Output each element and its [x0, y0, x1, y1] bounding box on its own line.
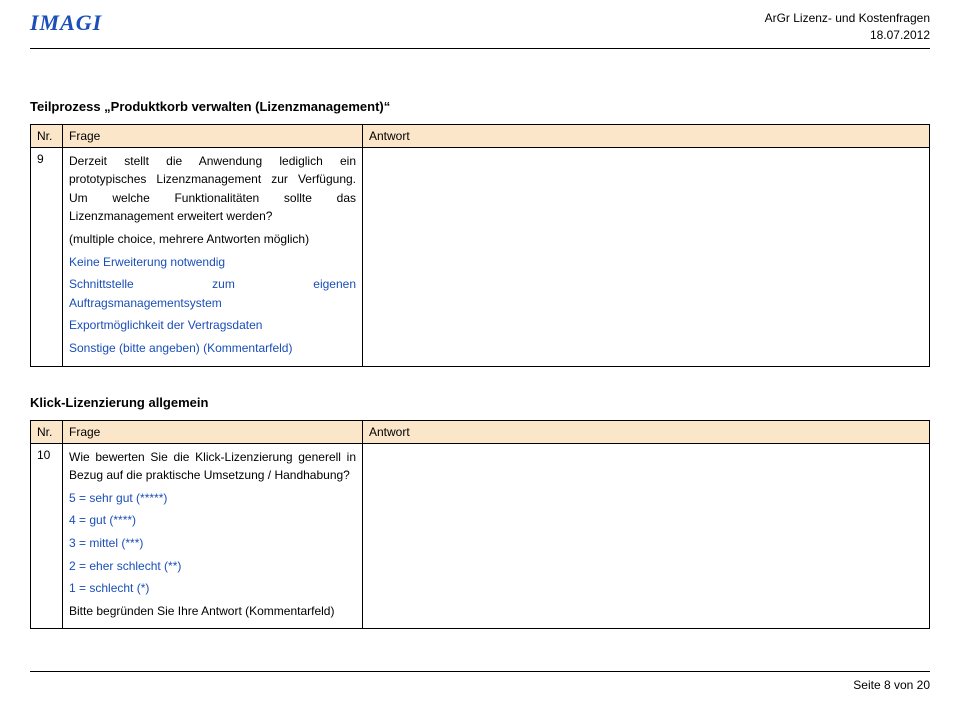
- q10-s2: 2 = eher schlecht (**): [69, 557, 356, 576]
- col-antwort: Antwort: [363, 124, 930, 147]
- section2-title: Klick-Lizenzierung allgemein: [30, 395, 930, 410]
- section1-table: Nr. Frage Antwort 9 Derzeit stellt die A…: [30, 124, 930, 367]
- table-header-row: Nr. Frage Antwort: [31, 124, 930, 147]
- q9-note: (multiple choice, mehrere Antworten mögl…: [69, 230, 356, 249]
- q9-text: Derzeit stellt die Anwendung lediglich e…: [69, 152, 356, 226]
- q10-text: Wie bewerten Sie die Klick-Lizenzierung …: [69, 448, 356, 485]
- cell-antwort: [363, 147, 930, 366]
- q10-s3: 3 = mittel (***): [69, 534, 356, 553]
- logo: IMAGI: [30, 10, 102, 36]
- col-frage: Frage: [63, 124, 363, 147]
- q10-s4: 4 = gut (****): [69, 511, 356, 530]
- q9-opt2: Schnittstelle zum eigenen Auftragsmanage…: [69, 275, 356, 312]
- page-header: IMAGI ArGr Lizenz- und Kostenfragen 18.0…: [30, 10, 930, 49]
- q10-note: Bitte begründen Sie Ihre Antwort (Kommen…: [69, 602, 356, 621]
- table-row: 9 Derzeit stellt die Anwendung lediglich…: [31, 147, 930, 366]
- page-number: Seite 8 von 20: [853, 678, 930, 692]
- cell-antwort: [363, 443, 930, 629]
- q9-opt4: Sonstige (bitte angeben) (Kommentarfeld): [69, 339, 356, 358]
- q10-s1: 1 = schlecht (*): [69, 579, 356, 598]
- section1-title: Teilprozess „Produktkorb verwalten (Lize…: [30, 99, 930, 114]
- table-row: 10 Wie bewerten Sie die Klick-Lizenzieru…: [31, 443, 930, 629]
- q9-opt1: Keine Erweiterung notwendig: [69, 253, 356, 272]
- section2-table: Nr. Frage Antwort 10 Wie bewerten Sie di…: [30, 420, 930, 630]
- page-footer: Seite 8 von 20: [30, 671, 930, 692]
- col-antwort: Antwort: [363, 420, 930, 443]
- cell-frage: Wie bewerten Sie die Klick-Lizenzierung …: [63, 443, 363, 629]
- q10-s5: 5 = sehr gut (*****): [69, 489, 356, 508]
- table-header-row: Nr. Frage Antwort: [31, 420, 930, 443]
- header-meta: ArGr Lizenz- und Kostenfragen 18.07.2012: [765, 10, 930, 44]
- cell-frage: Derzeit stellt die Anwendung lediglich e…: [63, 147, 363, 366]
- cell-nr: 9: [31, 147, 63, 366]
- cell-nr: 10: [31, 443, 63, 629]
- q9-opt3: Exportmöglichkeit der Vertragsdaten: [69, 316, 356, 335]
- header-date: 18.07.2012: [765, 27, 930, 44]
- col-frage: Frage: [63, 420, 363, 443]
- header-title: ArGr Lizenz- und Kostenfragen: [765, 10, 930, 27]
- col-nr: Nr.: [31, 124, 63, 147]
- col-nr: Nr.: [31, 420, 63, 443]
